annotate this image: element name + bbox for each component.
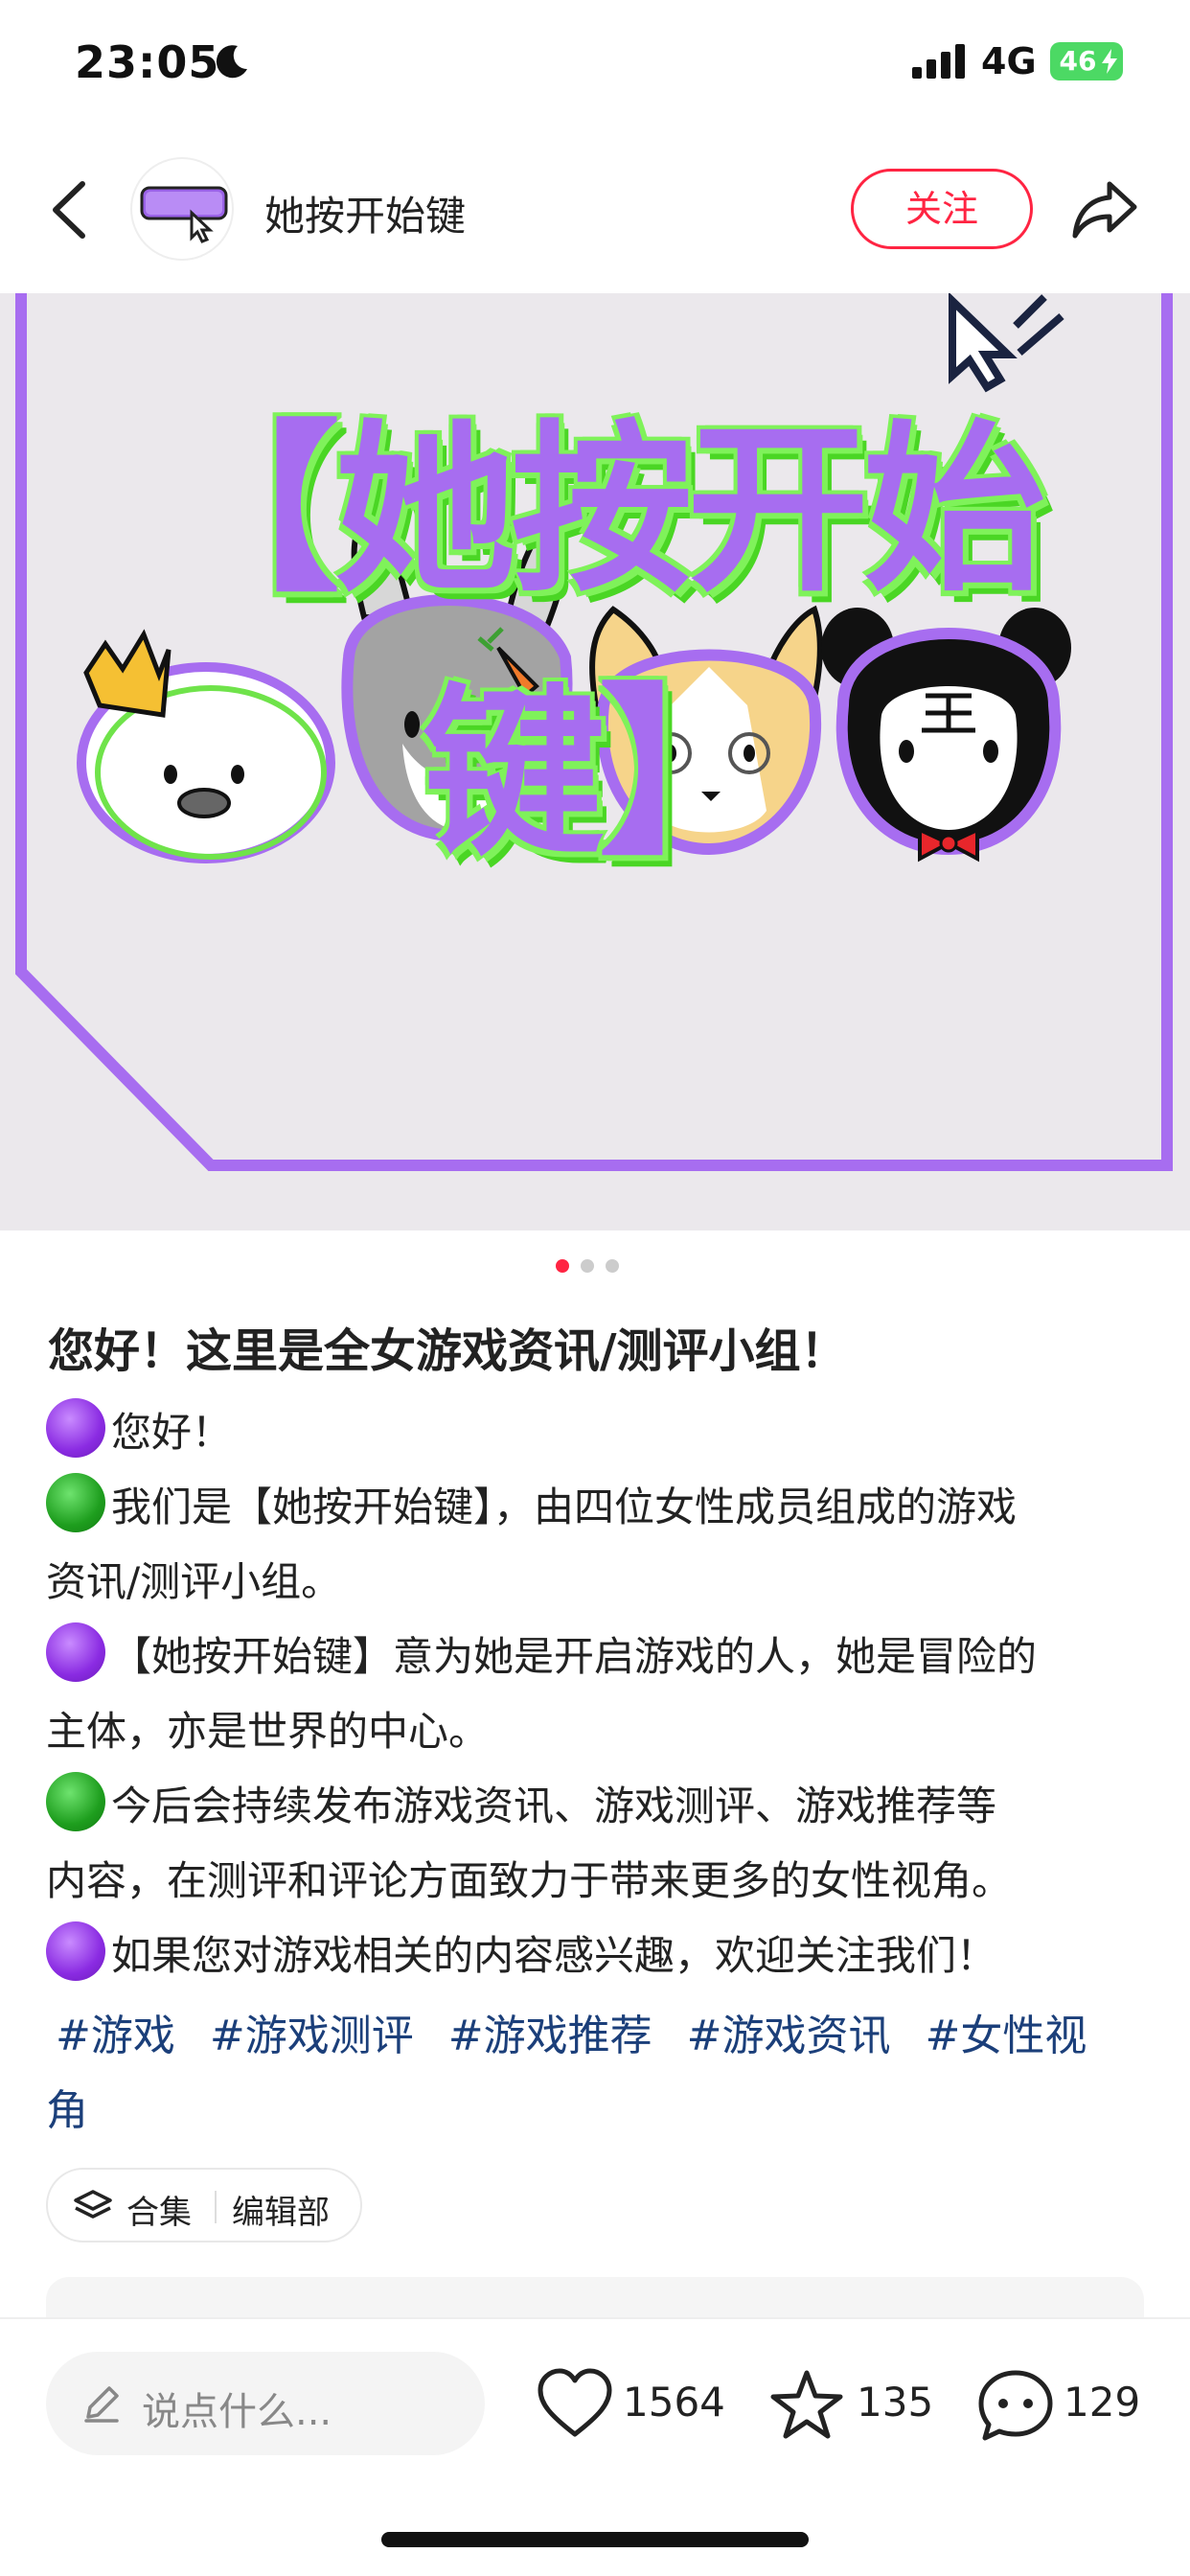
layers-icon	[74, 2190, 112, 2219]
image-carousel[interactable]: 【她按开始键】	[0, 293, 1190, 1230]
purple-circle-icon	[46, 1921, 105, 1981]
heart-icon	[538, 2368, 612, 2437]
hashtag-link[interactable]: #游戏推荐	[448, 2012, 652, 2060]
collection-chip[interactable]: 合集 编辑部	[46, 2168, 362, 2242]
body-line: 内容，在测评和评论方面致力于带来更多的女性视角。	[46, 1857, 1013, 1904]
hashtag-link[interactable]: #游戏资讯	[687, 2012, 891, 2060]
hashtag-list: #游戏 #游戏测评 #游戏推荐 #游戏资讯 #女性视角	[46, 1999, 1157, 2149]
pencil-icon	[84, 2386, 119, 2423]
status-bar: 23:05 4G 46	[0, 0, 1190, 130]
charging-bolt-icon	[1102, 49, 1117, 74]
follow-button[interactable]: 关注	[851, 169, 1033, 249]
collection-name: 编辑部	[232, 2194, 330, 2232]
body-line: 【她按开始键】意为她是开启游戏的人，她是冒险的	[46, 1620, 1148, 1694]
divider	[215, 2191, 217, 2223]
hashtag-link[interactable]: #游戏	[56, 2012, 175, 2060]
share-icon[interactable]	[1071, 178, 1138, 240]
collection-label: 合集	[126, 2194, 192, 2232]
green-circle-icon	[46, 1772, 105, 1831]
chat-bubble-icon	[978, 2370, 1053, 2441]
carousel-dot	[581, 1259, 594, 1273]
star-icon	[770, 2370, 843, 2439]
comment-button[interactable]: 129	[977, 2367, 1150, 2444]
battery-icon: 46	[1050, 42, 1123, 80]
comment-count: 129	[1064, 2379, 1141, 2426]
start-logo-icon	[140, 186, 228, 243]
carousel-dot	[606, 1259, 619, 1273]
hashtag-link-continued[interactable]: 角	[46, 2086, 88, 2135]
post-title: 您好！这里是全女游戏资讯/测评小组！	[48, 1324, 847, 1378]
carousel-dot-active	[556, 1259, 569, 1273]
signal-icon	[912, 44, 965, 79]
home-indicator[interactable]	[381, 2532, 809, 2547]
carousel-indicator	[556, 1259, 632, 1275]
like-button[interactable]: 1564	[537, 2367, 728, 2444]
purple-circle-icon	[46, 1622, 105, 1682]
hashtag-link[interactable]: #女性视	[926, 2012, 1087, 2060]
bottom-action-bar: 说点什么... 1564 135 129	[0, 2317, 1190, 2576]
hashtag-link[interactable]: #游戏测评	[210, 2012, 414, 2060]
post-header: 她按开始键 关注	[0, 151, 1190, 266]
status-time: 23:05	[75, 36, 220, 88]
purple-circle-icon	[46, 1398, 105, 1458]
author-avatar[interactable]	[130, 157, 234, 261]
comment-placeholder: 说点什么...	[142, 2390, 332, 2434]
banner-title: 【她按开始键】	[157, 404, 1045, 880]
body-line: 资讯/测评小组。	[46, 1558, 342, 1605]
like-count: 1564	[623, 2379, 725, 2426]
favorite-count: 135	[857, 2379, 934, 2426]
network-type: 4G	[981, 40, 1037, 82]
body-line: 今后会持续发布游戏资讯、游戏测评、游戏推荐等	[46, 1769, 1148, 1844]
author-name[interactable]: 她按开始键	[264, 184, 466, 242]
comment-input[interactable]: 说点什么...	[46, 2352, 485, 2455]
favorite-button[interactable]: 135	[768, 2367, 934, 2444]
moon-icon	[216, 45, 247, 79]
battery-level: 46	[1059, 45, 1097, 77]
green-circle-icon	[46, 1473, 105, 1532]
body-line: 我们是【她按开始键】，由四位女性成员组成的游戏	[46, 1470, 1148, 1545]
post-body: 您好！ 我们是【她按开始键】，由四位女性成员组成的游戏 资讯/测评小组。 【她按…	[46, 1395, 1148, 1993]
body-line: 主体，亦是世界的中心。	[46, 1708, 490, 1755]
body-line: 您好！	[46, 1395, 1148, 1470]
body-line: 如果您对游戏相关的内容感兴趣，欢迎关注我们！	[46, 1919, 1148, 1993]
back-button[interactable]	[50, 180, 88, 240]
